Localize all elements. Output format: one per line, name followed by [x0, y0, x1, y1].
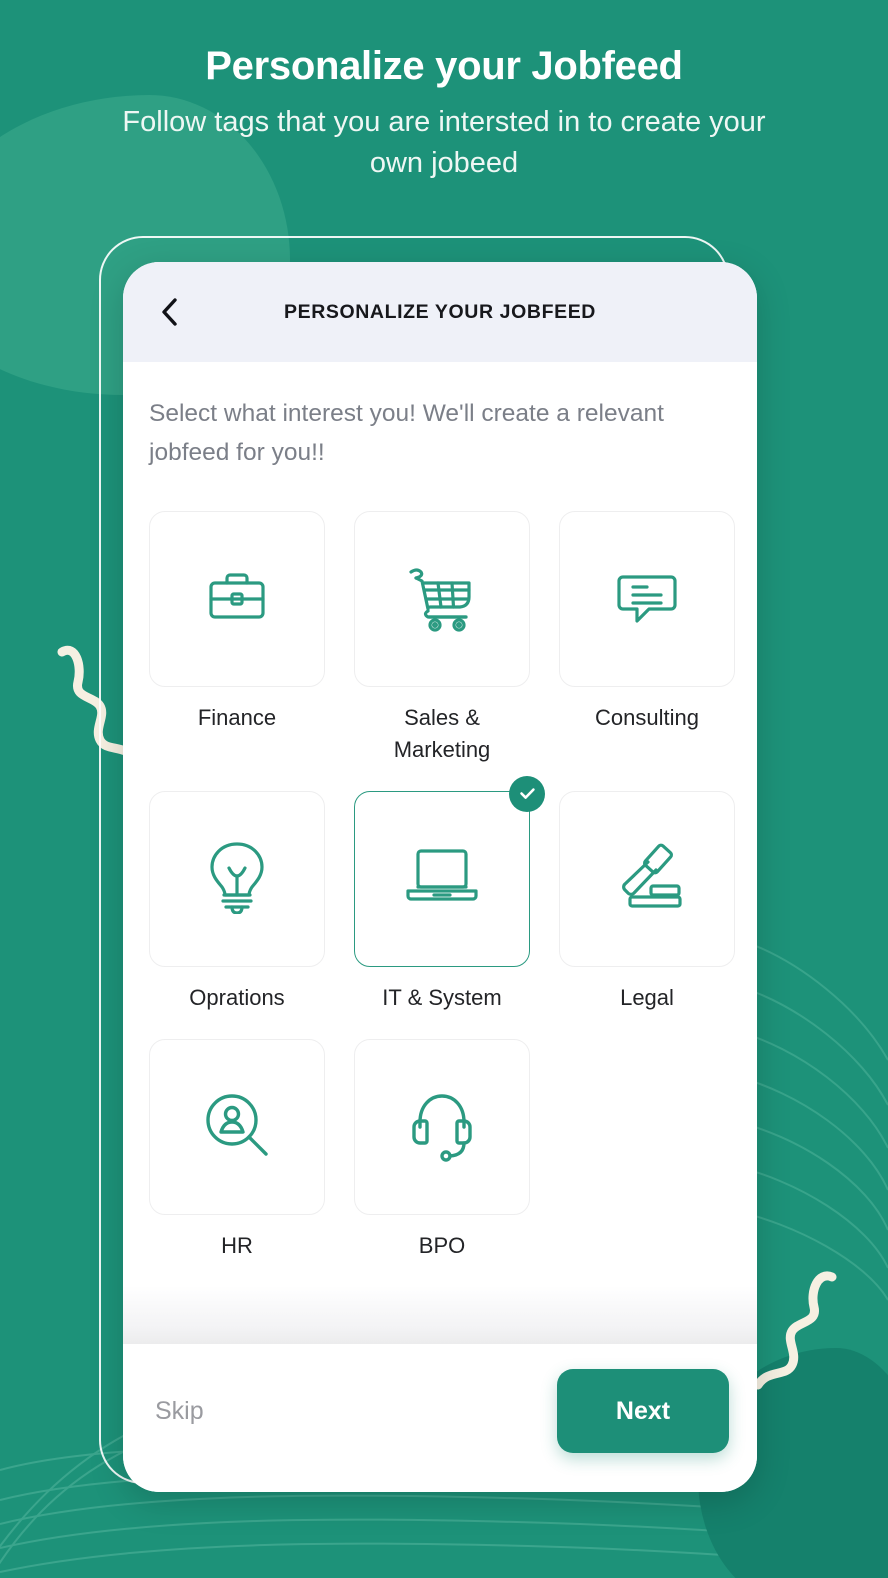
category-cell: Consulting: [559, 511, 735, 764]
category-label: Sales & Marketing: [393, 705, 491, 762]
skip-button[interactable]: Skip: [151, 1389, 208, 1434]
category-label: Oprations: [189, 984, 285, 1010]
category-label: Legal: [620, 984, 674, 1010]
promo-header: Personalize your Jobfeed Follow tags tha…: [0, 0, 888, 184]
page-title: Personalize your Jobfeed: [205, 44, 683, 88]
bottom-action-bar: Skip Next: [123, 1344, 757, 1492]
chevron-left-icon: [162, 298, 177, 326]
scroll-fade-overlay: [123, 1286, 757, 1344]
categories-grid: Finance Sales & Marketing Consulting Opr…: [149, 511, 735, 1261]
briefcase-icon: [201, 561, 273, 638]
grid-row-spacer: [149, 765, 735, 791]
category-cell: BPO: [354, 1039, 530, 1261]
headset-icon: [406, 1087, 478, 1168]
category-card-sales-marketing[interactable]: [354, 511, 530, 688]
category-label: BPO: [418, 1233, 466, 1259]
category-card-legal[interactable]: [559, 790, 735, 967]
phone-screen: PERSONALIZE YOUR JOBFEED Select what int…: [123, 262, 757, 1492]
category-cell: HR: [149, 1039, 325, 1261]
laptop-icon: [402, 843, 482, 914]
lightbulb-icon: [201, 838, 273, 919]
category-cell: IT & System: [354, 775, 545, 1013]
check-icon: [509, 775, 545, 812]
category-cell: Oprations: [149, 790, 325, 1013]
shopping-cart-icon: [404, 561, 480, 638]
intro-text: Select what interest you! We'll create a…: [149, 400, 664, 467]
grid-row-spacer: [149, 1013, 735, 1039]
gavel-icon: [609, 840, 685, 917]
page-subtitle: Follow tags that you are intersted in to…: [122, 106, 766, 180]
category-cell: Sales & Marketing: [354, 511, 530, 764]
category-cell: Legal: [559, 790, 735, 1013]
app-bar: PERSONALIZE YOUR JOBFEED: [123, 262, 757, 362]
category-label: HR: [221, 1233, 253, 1259]
category-label: Finance: [197, 705, 277, 731]
category-label: Consulting: [595, 705, 699, 731]
category-label: IT & System: [382, 984, 502, 1010]
category-cell: Finance: [149, 511, 325, 764]
categories-scroll-area[interactable]: Select what interest you! We'll create a…: [123, 362, 757, 1344]
category-card-oprations[interactable]: [149, 790, 325, 967]
person-search-icon: [200, 1088, 274, 1167]
category-card-hr[interactable]: [149, 1039, 325, 1216]
category-card-finance[interactable]: [149, 511, 325, 688]
back-button[interactable]: [149, 292, 189, 332]
category-card-consulting[interactable]: [559, 511, 735, 688]
chat-bubble-icon: [611, 561, 683, 638]
category-card-bpo[interactable]: [354, 1039, 530, 1216]
category-card-it-system[interactable]: [354, 775, 545, 967]
app-bar-title: PERSONALIZE YOUR JOBFEED: [283, 300, 596, 323]
next-button[interactable]: Next: [557, 1369, 729, 1453]
